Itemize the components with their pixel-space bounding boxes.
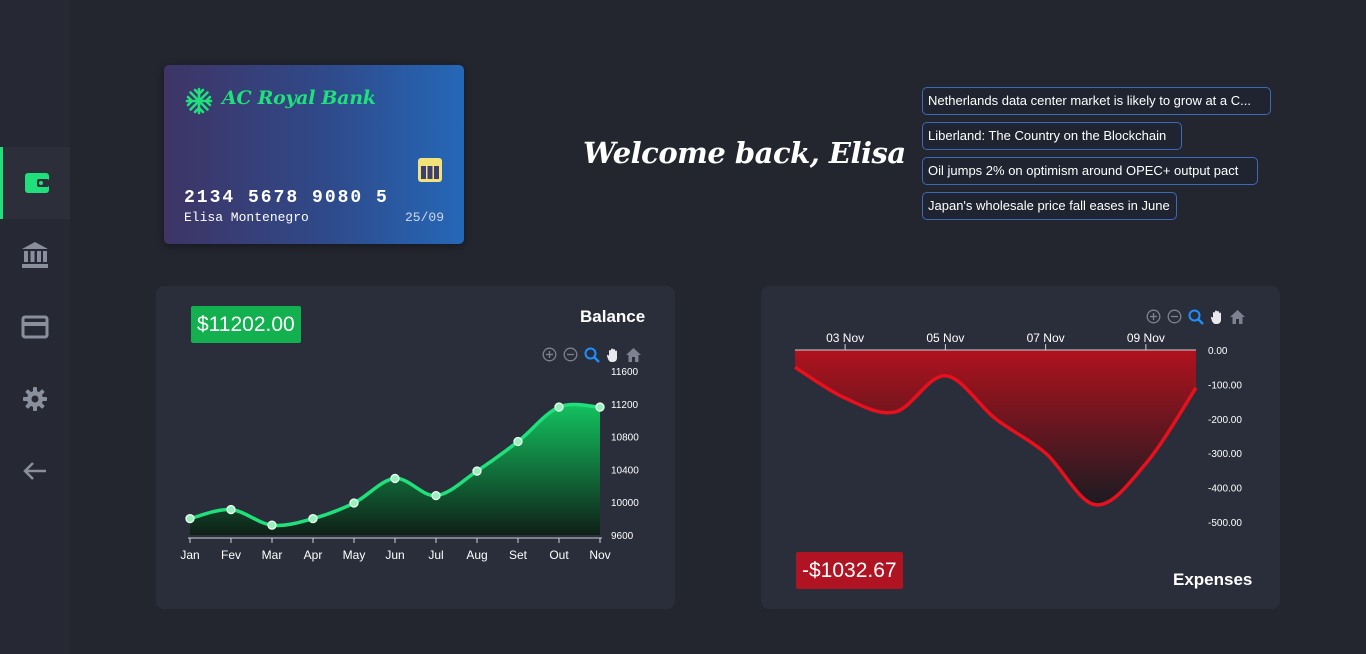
wallet-icon (24, 173, 49, 193)
balance-chart: Jan Fev Mar Apr May Jun Jul Aug Set Out Nov 11600 11… (180, 367, 639, 562)
chip-icon (418, 158, 442, 182)
balance-point (513, 436, 523, 447)
nav-logout[interactable] (0, 435, 70, 507)
balance-x-tick-label: Out (549, 548, 569, 562)
balance-point (472, 466, 482, 476)
balance-point (554, 402, 564, 412)
expenses-x-tick-label: 07 Nov (1027, 331, 1065, 345)
expenses-y-tick-label: -500.00 (1208, 518, 1242, 529)
news-item[interactable]: Netherlands data center market is likely… (922, 87, 1271, 115)
balance-point (349, 498, 359, 508)
balance-x-tick-label: Aug (466, 548, 487, 562)
expenses-x-tick-label: 03 Nov (826, 331, 864, 345)
card-number: 2134 5678 9080 5 (184, 188, 389, 208)
balance-y-tick-label: 10000 (611, 498, 639, 509)
news-item[interactable]: Liberland: The Country on the Blockchain (922, 122, 1182, 150)
bank-name: AC Royal Bank (222, 87, 376, 109)
balance-x-tick-label: Apr (304, 548, 323, 562)
balance-x-tick-label: Jul (428, 548, 443, 562)
balance-y-tick-label: 10400 (611, 465, 639, 476)
snowflake-icon (185, 87, 213, 115)
bank-icon (22, 242, 48, 268)
balance-y-tick-label: 10800 (611, 433, 639, 444)
balance-point (308, 513, 318, 524)
balance-x-tick-label: Fev (221, 548, 241, 562)
balance-point (595, 402, 605, 412)
expenses-y-tick-label: -300.00 (1208, 449, 1242, 460)
news-item[interactable]: Oil jumps 2% on optimism around OPEC+ ou… (922, 157, 1258, 185)
nav-wallet[interactable] (0, 147, 70, 219)
welcome-heading: Welcome back, Elisa (583, 136, 906, 170)
credit-card-icon (21, 315, 49, 339)
sidebar (0, 0, 70, 654)
card-holder: Elisa Montenegro (184, 210, 309, 225)
expenses-title: Expenses (1173, 570, 1253, 589)
expenses-area (795, 350, 1196, 505)
balance-point (226, 504, 236, 515)
expenses-panel: 03 Nov 05 Nov 07 Nov 09 Nov 0.00 -100.00 -200.… (761, 286, 1280, 609)
expenses-x-tick-label: 09 Nov (1127, 331, 1165, 345)
news-item[interactable]: Japan's wholesale price fall eases in Ju… (922, 192, 1177, 220)
expenses-amount: -$1032.67 (796, 552, 903, 589)
arrow-left-icon (23, 462, 46, 480)
expenses-y-tick-label: -200.00 (1208, 415, 1242, 426)
balance-x-tick-label: Nov (589, 548, 610, 562)
balance-point (267, 520, 277, 530)
balance-x-tick-label: Jan (180, 548, 199, 562)
nav-bank[interactable] (0, 219, 70, 291)
balance-x-tick-label: Jun (385, 548, 404, 562)
balance-y-tick-label: 9600 (611, 531, 634, 542)
balance-y-tick-label: 11600 (611, 367, 639, 378)
balance-point (431, 490, 441, 501)
expenses-y-tick-label: 0.00 (1208, 346, 1228, 357)
balance-x-tick-label: Set (509, 548, 528, 562)
balance-y-tick-label: 11200 (611, 400, 639, 411)
expenses-y-tick-label: -100.00 (1208, 380, 1242, 391)
card-expiry: 25/09 (404, 210, 444, 225)
balance-x-tick-label: May (343, 548, 366, 562)
balance-panel: $11202.00 Balance Jan Fev Mar Apr May Jun Jul A… (156, 286, 675, 609)
credit-card[interactable]: AC Royal Bank 2134 5678 9080 5 Elisa Mon… (164, 65, 464, 244)
expenses-x-tick-label: 05 Nov (926, 331, 964, 345)
expenses-y-tick-label: -400.00 (1208, 484, 1242, 495)
gear-icon (23, 387, 47, 411)
balance-point (185, 513, 195, 524)
nav-settings[interactable] (0, 363, 70, 435)
balance-point (390, 473, 400, 484)
balance-x-tick-label: Mar (262, 548, 283, 562)
nav-cards[interactable] (0, 291, 70, 363)
